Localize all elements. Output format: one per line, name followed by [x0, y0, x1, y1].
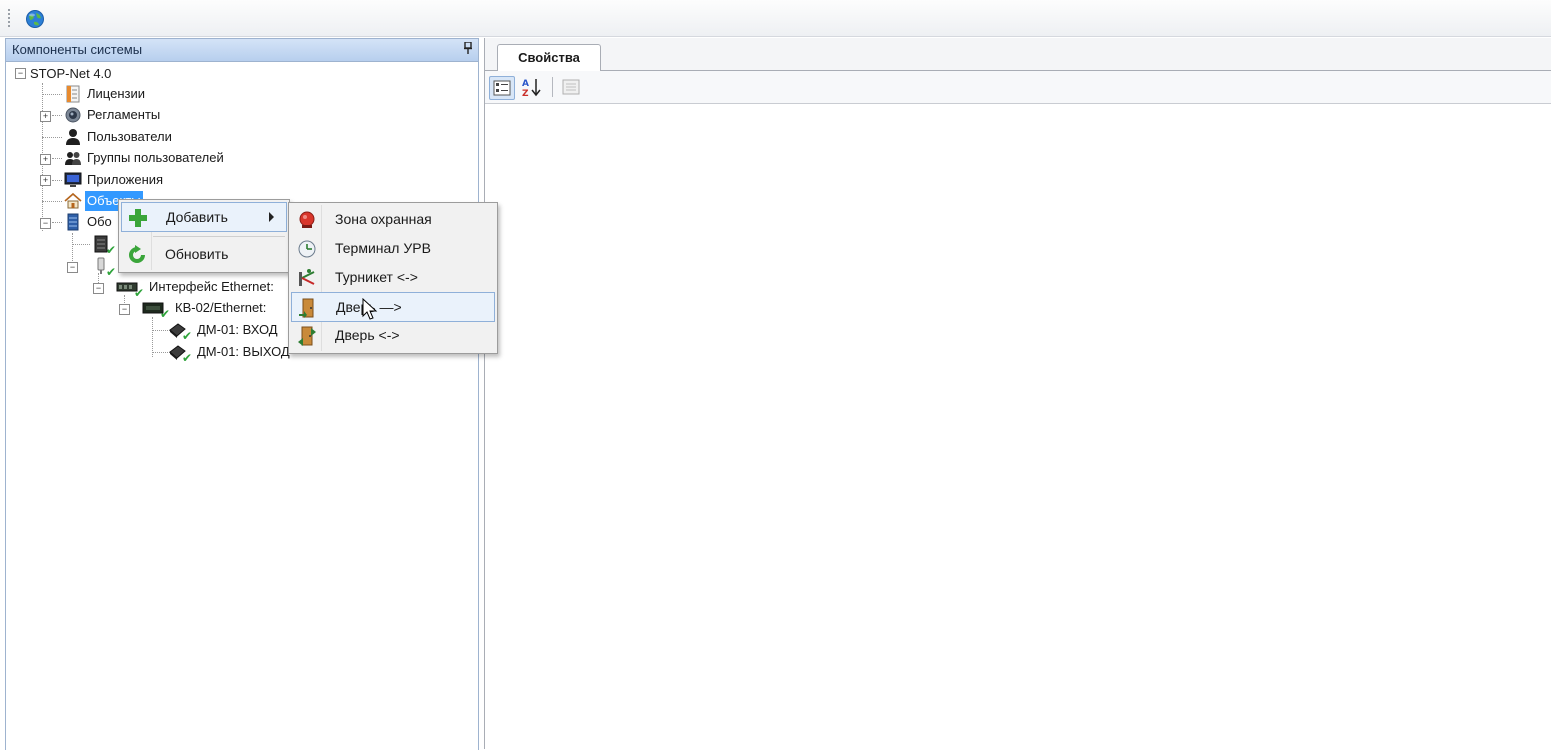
check-icon: ✔ [105, 243, 116, 257]
tree-item-applications[interactable]: Приложения [64, 170, 165, 190]
tree-item-device[interactable]: ✔ [92, 256, 116, 278]
tree-collapse-toggle[interactable]: − [93, 283, 104, 294]
tree-root-label: STOP-Net 4.0 [30, 66, 112, 81]
tree-item-user-groups[interactable]: Группы пользователей [64, 148, 226, 168]
license-icon [64, 85, 82, 103]
submenu-item-door-one-way[interactable]: Дверь —> [291, 292, 495, 322]
users-icon [64, 149, 82, 167]
menu-item-label: Обновить [165, 246, 229, 262]
svg-text:Z: Z [522, 89, 529, 98]
monitor-icon [64, 171, 82, 189]
context-menu: Добавить Обновить [118, 199, 290, 273]
equipment-icon [64, 213, 82, 231]
properties-toolbar: AZ [485, 71, 1551, 104]
menu-item-label: Зона охранная [335, 211, 432, 227]
tree-item-licenses[interactable]: Лицензии [64, 84, 147, 104]
menu-item-refresh[interactable]: Обновить [121, 240, 287, 268]
tree-collapse-toggle[interactable]: − [119, 304, 130, 315]
sort-alphabetical-button[interactable]: AZ [519, 76, 543, 99]
main-toolbar [0, 0, 1551, 37]
components-panel-title: Компоненты системы [12, 42, 143, 57]
tree-item-label: ДМ-01: ВЫХОД [197, 344, 290, 359]
components-tree: − STOP-Net 4.0 Лицензии + Регламенты Пол… [6, 63, 476, 743]
tree-item-ethernet-interface[interactable]: ✔ Интерфейс Ethernet: [116, 277, 276, 299]
network-card-icon: ✔ [116, 278, 144, 299]
tree-expand-toggle[interactable]: + [40, 175, 51, 186]
tree-item-dm01-in[interactable]: ✔ ДМ-01: ВХОД [168, 320, 280, 342]
tree-item-label: Лицензии [87, 86, 145, 101]
submenu-item-security-zone[interactable]: Зона охранная [291, 205, 495, 233]
tree-item-users[interactable]: Пользователи [64, 127, 174, 147]
categorized-view-button[interactable] [489, 76, 515, 100]
property-pages-button[interactable] [559, 76, 583, 98]
tree-collapse-toggle[interactable]: − [67, 262, 78, 273]
properties-tabstrip: Свойства [485, 38, 1551, 71]
tree-item-server[interactable]: ✔ [92, 234, 116, 256]
components-panel-header: Компоненты системы [6, 39, 478, 62]
properties-panel: Свойства AZ [484, 38, 1551, 749]
door-icon [298, 298, 318, 318]
tree-collapse-toggle[interactable]: − [40, 218, 51, 229]
tree-expand-toggle[interactable]: + [40, 154, 51, 165]
toolbar-grip[interactable] [8, 9, 10, 27]
tree-item-kv02[interactable]: ✔ КВ-02/Ethernet: [142, 298, 268, 320]
tab-properties[interactable]: Свойства [497, 44, 601, 71]
menu-item-label: Терминал УРВ [335, 240, 431, 256]
tree-item-label: Приложения [87, 172, 164, 187]
submenu-item-door-two-way[interactable]: Дверь <-> [291, 321, 495, 349]
check-icon: ✔ [159, 307, 170, 321]
add-submenu: Зона охранная Терминал УРВ Турникет <-> … [288, 202, 498, 354]
tree-item-label: Пользователи [87, 129, 172, 144]
submenu-arrow-icon [269, 212, 274, 222]
menu-item-label: Добавить [166, 209, 228, 225]
pin-icon[interactable] [464, 39, 472, 61]
turnstile-icon [297, 268, 317, 288]
submenu-item-turnstile[interactable]: Турникет <-> [291, 263, 495, 291]
tree-expand-toggle[interactable]: + [40, 111, 51, 122]
house-icon [64, 192, 82, 210]
components-panel: Компоненты системы − STOP-Net 4.0 Лиценз… [5, 38, 479, 750]
tree-root[interactable]: STOP-Net 4.0 [28, 64, 113, 84]
svg-text:A: A [522, 79, 529, 89]
check-icon: ✔ [181, 351, 192, 365]
tree-item-equipment[interactable]: Обо [64, 212, 114, 232]
module-icon: ✔ [168, 321, 192, 342]
mouse-cursor-icon [362, 297, 378, 325]
clock-icon [297, 239, 317, 259]
tree-item-label: Группы пользователей [87, 150, 224, 165]
check-icon: ✔ [105, 265, 116, 279]
module-icon: ✔ [168, 343, 192, 364]
schedule-icon [64, 106, 82, 124]
tree-item-label: Регламенты [87, 107, 161, 122]
tree-item-label: Интерфейс Ethernet: [149, 279, 274, 294]
tree-item-dm01-out[interactable]: ✔ ДМ-01: ВЫХОД [168, 342, 292, 364]
globe-icon[interactable] [25, 9, 45, 32]
refresh-icon [127, 245, 147, 265]
device-icon: ✔ [92, 257, 116, 278]
menu-item-label: Турникет <-> [335, 269, 418, 285]
submenu-item-time-terminal[interactable]: Терминал УРВ [291, 234, 495, 262]
server-icon: ✔ [92, 235, 116, 256]
user-icon [64, 128, 82, 146]
tree-item-label: ДМ-01: ВХОД [197, 322, 278, 337]
plus-icon [128, 208, 148, 228]
check-icon: ✔ [181, 329, 192, 343]
tree-item-schedules[interactable]: Регламенты [64, 105, 162, 125]
tree-item-label: КВ-02/Ethernet: [175, 300, 267, 315]
tree-item-label: Обо [87, 214, 112, 229]
controller-icon: ✔ [142, 299, 170, 320]
menu-item-label: Дверь <-> [335, 327, 400, 343]
alarm-icon [297, 210, 317, 230]
tree-collapse-toggle[interactable]: − [15, 68, 26, 79]
menu-item-add[interactable]: Добавить [121, 202, 287, 232]
toolbar-separator [552, 77, 553, 97]
door-both-icon [297, 326, 317, 346]
